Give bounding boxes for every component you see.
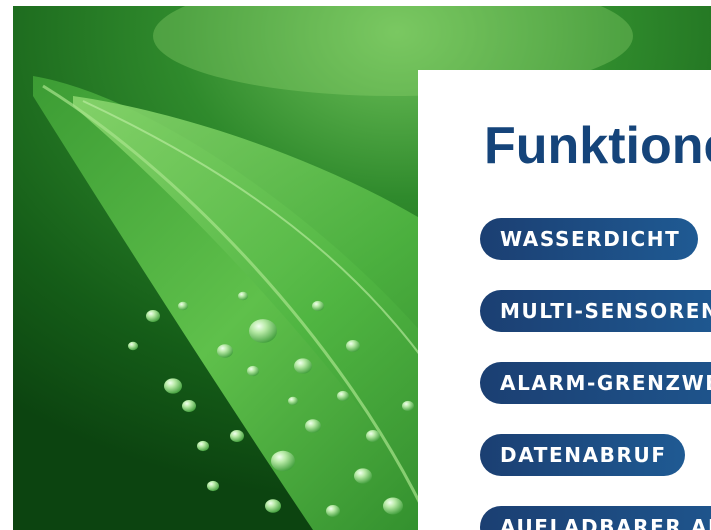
water-droplet [271,450,295,472]
water-droplet [383,497,403,515]
water-droplet [164,378,182,394]
feature-pill-alarm-thresholds: ALARM-GRENZWERTE [480,362,711,404]
water-droplet [230,430,244,442]
water-droplet [294,358,312,374]
feature-pill-rechargeable-battery: AUFLADBARER AKKU [480,506,711,530]
water-droplet [312,300,324,312]
water-droplet [337,390,349,402]
water-droplet [402,400,414,412]
water-droplet [217,344,233,358]
water-droplet [238,291,248,301]
water-droplet [249,319,277,343]
water-droplet [247,365,259,377]
water-droplet [182,400,196,412]
water-droplet [326,505,340,517]
water-droplet [366,430,380,442]
water-droplet [197,440,209,452]
water-droplet [346,340,360,352]
water-droplet [178,301,188,311]
water-droplet [207,480,219,492]
water-droplet [305,419,321,433]
water-droplet [146,310,160,322]
features-panel: Funktionen WASSERDICHT MULTI-SENSOREN AL… [418,70,711,530]
water-droplet [354,468,372,484]
panel-title: Funktionen [484,117,711,175]
water-droplet [128,341,138,351]
water-droplet [288,396,298,406]
feature-pill-data-retrieval: DATENABRUF [480,434,685,476]
water-droplet [265,499,281,513]
feature-pill-multi-sensors: MULTI-SENSOREN [480,290,711,332]
feature-pill-waterproof: WASSERDICHT [480,218,699,260]
